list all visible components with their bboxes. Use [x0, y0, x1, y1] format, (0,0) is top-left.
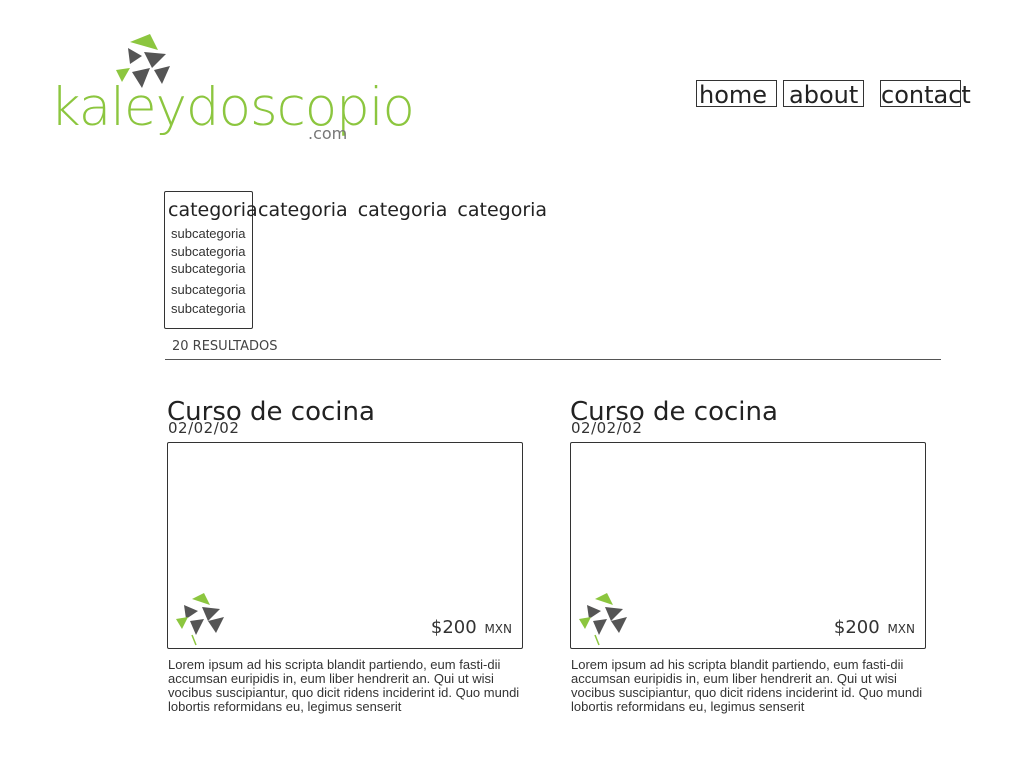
course-image[interactable]: $200 MXN: [570, 442, 926, 649]
course-description: Lorem ipsum ad his scripta blandit parti…: [168, 657, 520, 714]
logo-domain-suffix: .com: [308, 124, 348, 143]
category-item[interactable]: categoria: [457, 199, 547, 221]
category-item[interactable]: categoria: [358, 199, 448, 221]
subcategory-item[interactable]: subcategoria: [171, 261, 245, 276]
category-item[interactable]: categoria: [258, 199, 348, 221]
price-amount: $200: [833, 617, 880, 638]
subcategory-item[interactable]: subcategoria: [171, 301, 245, 316]
course-date: 02/02/02: [168, 419, 240, 437]
kaleidoscope-logo-icon: [176, 593, 224, 646]
price-amount: $200: [430, 617, 477, 638]
subcategory-item[interactable]: subcategoria: [171, 226, 245, 241]
course-price: $200 MXN: [834, 617, 915, 638]
logo-wordmark: kaleydoscopio: [50, 77, 415, 138]
course-description: Lorem ipsum ad his scripta blandit parti…: [571, 657, 923, 714]
course-date: 02/02/02: [571, 419, 643, 437]
kaleidoscope-logo-icon: [579, 593, 627, 646]
course-image[interactable]: $200 MXN: [167, 442, 523, 649]
subcategory-item[interactable]: subcategoria: [171, 244, 245, 259]
price-currency: MXN: [484, 622, 512, 636]
price-currency: MXN: [887, 622, 915, 636]
subcategory-item[interactable]: subcategoria: [171, 282, 245, 297]
nav-about-button[interactable]: about: [783, 80, 864, 109]
category-active[interactable]: categoria: [168, 198, 258, 222]
course-price: $200 MXN: [431, 617, 512, 638]
nav-contact-button[interactable]: contact: [880, 80, 971, 109]
site-logo[interactable]: kaleydoscopio .com: [50, 32, 415, 144]
nav-home-button[interactable]: home: [696, 80, 777, 109]
results-divider: [165, 359, 941, 360]
category-list: categoria categoria categoria: [258, 198, 551, 222]
results-count: 20 RESULTADOS: [172, 339, 278, 354]
